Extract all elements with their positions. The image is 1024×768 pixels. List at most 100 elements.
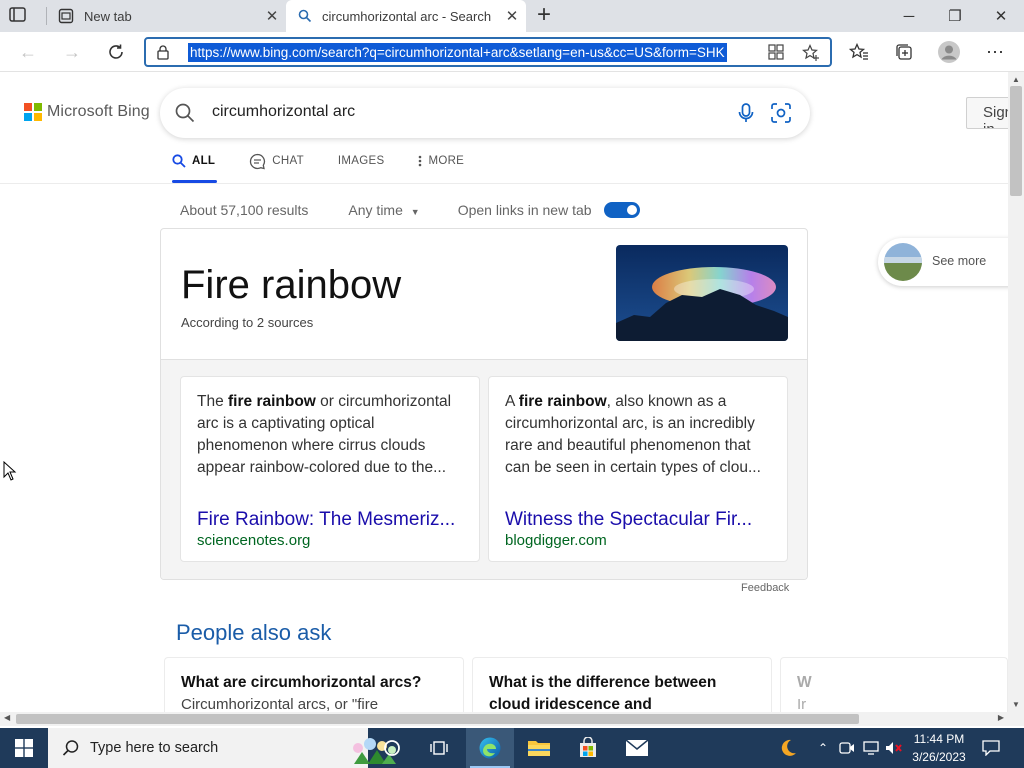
tab-actions-button[interactable]: [8, 6, 30, 26]
paa-question-card[interactable]: W Ir: [780, 657, 1008, 717]
scope-chat[interactable]: CHAT: [249, 146, 304, 176]
tab-actions-icon: [9, 7, 26, 22]
store-button[interactable]: [564, 728, 612, 768]
refresh-button[interactable]: [102, 38, 130, 66]
answer-title: Fire rainbow: [181, 263, 402, 307]
app-available-icon[interactable]: [768, 44, 786, 62]
refresh-icon: [109, 44, 123, 59]
back-button[interactable]: ←: [14, 38, 42, 66]
favorites-button[interactable]: [848, 41, 870, 63]
vertical-scroll-thumb[interactable]: [1010, 86, 1022, 196]
profile-button[interactable]: [938, 41, 960, 63]
taskbar-search-box[interactable]: Type here to search: [48, 728, 396, 768]
minimize-button[interactable]: ─: [886, 0, 932, 32]
favorites-icon: [849, 43, 868, 60]
forward-button[interactable]: →: [58, 38, 86, 66]
taskbar-search-placeholder: Type here to search: [90, 740, 219, 756]
back-arrow-icon: ←: [19, 41, 37, 62]
answer-card: Fire rainbow According to 2 sources The …: [160, 228, 808, 580]
source-card[interactable]: The fire rainbow or circumhorizontal arc…: [180, 376, 480, 562]
mouse-cursor-icon: [3, 460, 17, 486]
collections-button[interactable]: [893, 41, 915, 63]
settings-more-button[interactable]: ⋯: [984, 41, 1006, 63]
source-card[interactable]: A fire rainbow, also known as a circumho…: [488, 376, 788, 562]
edge-taskbar-button[interactable]: [466, 728, 514, 768]
tab-new-tab[interactable]: New tab ✕: [46, 0, 286, 32]
cortana-button[interactable]: [368, 728, 416, 768]
tab-title: New tab: [84, 8, 132, 24]
scroll-up-arrow-icon[interactable]: ▲: [1012, 75, 1020, 84]
caret-down-icon: ▼: [410, 207, 420, 217]
paa-question: W: [797, 674, 812, 691]
new-tab-button[interactable]: +: [532, 3, 556, 29]
file-explorer-button[interactable]: [515, 728, 563, 768]
scope-label: MORE: [428, 155, 465, 167]
paa-question-card[interactable]: What is the difference between cloud iri…: [472, 657, 772, 717]
tab-search[interactable]: circumhorizontal arc - Search ✕: [286, 0, 526, 32]
scroll-corner: [1008, 712, 1024, 726]
tab-close-icon[interactable]: ✕: [258, 7, 286, 25]
paa-question: What are circumhorizontal arcs?: [181, 674, 422, 691]
close-window-button[interactable]: ✕: [978, 0, 1024, 32]
scope-more[interactable]: MORE: [418, 146, 464, 176]
scope-label: IMAGES: [337, 155, 385, 167]
maximize-button[interactable]: ❐: [932, 0, 978, 32]
add-favorite-icon[interactable]: [802, 44, 820, 62]
scope-images[interactable]: IMAGES: [338, 146, 385, 176]
lock-icon[interactable]: [156, 44, 170, 65]
network-icon[interactable]: [862, 728, 880, 768]
meet-now-icon[interactable]: [838, 728, 856, 768]
time-filter-dropdown[interactable]: Any time ▼: [348, 202, 419, 218]
system-clock[interactable]: 11:44 PM 3/26/2023: [904, 730, 974, 766]
source-link[interactable]: Witness the Spectacular Fir...: [505, 509, 771, 531]
task-view-button[interactable]: [416, 728, 464, 768]
time-filter-label: Any time: [348, 202, 403, 218]
source-domain[interactable]: blogdigger.com: [505, 532, 771, 549]
chat-icon: [249, 153, 266, 170]
source-snippet: The fire rainbow or circumhorizontal arc…: [197, 393, 452, 476]
open-links-toggle[interactable]: [603, 202, 640, 218]
paa-question-card[interactable]: What are circumhorizontal arcs? Circumho…: [164, 657, 464, 717]
address-bar[interactable]: https://www.bing.com/search?q=circumhori…: [144, 37, 832, 67]
search-icon: [62, 740, 79, 756]
source-link[interactable]: Fire Rainbow: The Mesmeriz...: [197, 509, 463, 531]
search-box[interactable]: circumhorizontal arc: [160, 88, 810, 138]
scroll-left-arrow-icon[interactable]: ◀: [4, 713, 10, 722]
volume-muted-icon[interactable]: [884, 728, 904, 768]
search-icon: [298, 9, 312, 23]
search-icon: [172, 154, 186, 168]
notifications-icon[interactable]: [980, 728, 1002, 768]
tab-close-icon[interactable]: ✕: [498, 7, 526, 25]
show-hidden-icons-icon[interactable]: ⌃: [814, 728, 832, 768]
answer-sources-area: The fire rainbow or circumhorizontal arc…: [161, 359, 807, 579]
horizontal-scroll-thumb[interactable]: [16, 714, 859, 724]
scroll-down-arrow-icon[interactable]: ▼: [1012, 700, 1020, 709]
source-domain[interactable]: sciencenotes.org: [197, 532, 463, 549]
task-view-icon: [430, 741, 448, 755]
start-button[interactable]: [0, 728, 48, 768]
visual-search-icon[interactable]: [770, 102, 792, 129]
vertical-scrollbar[interactable]: ▲ ▼: [1008, 72, 1024, 712]
search-icon[interactable]: [174, 102, 196, 129]
more-vertical-icon: [418, 155, 422, 167]
see-more-button[interactable]: See more: [878, 238, 1018, 286]
search-query-text[interactable]: circumhorizontal arc: [212, 103, 355, 121]
paa-question: What is the difference between cloud iri…: [489, 674, 717, 713]
cortana-icon: [384, 740, 400, 756]
night-light-icon[interactable]: [774, 728, 802, 768]
feedback-link[interactable]: Feedback: [741, 582, 789, 594]
clock-date: 3/26/2023: [912, 750, 966, 764]
avatar-icon: [938, 41, 960, 63]
scope-all[interactable]: ALL: [172, 146, 218, 183]
taskbar: Type here to search ⌃ 11:44 PM 3/26/2023: [0, 728, 1024, 768]
url-text[interactable]: https://www.bing.com/search?q=circumhori…: [188, 43, 727, 62]
bing-logo[interactable]: Microsoft Bing: [24, 103, 150, 121]
mail-button[interactable]: [613, 728, 661, 768]
microphone-icon[interactable]: [736, 102, 756, 129]
fire-rainbow-image[interactable]: [616, 245, 788, 341]
microsoft-logo-icon: [24, 103, 42, 121]
file-explorer-icon: [528, 741, 550, 756]
toggle-knob: [626, 205, 637, 215]
scroll-right-arrow-icon[interactable]: ▶: [998, 713, 1004, 722]
horizontal-scrollbar[interactable]: ◀ ▶: [0, 712, 1008, 726]
